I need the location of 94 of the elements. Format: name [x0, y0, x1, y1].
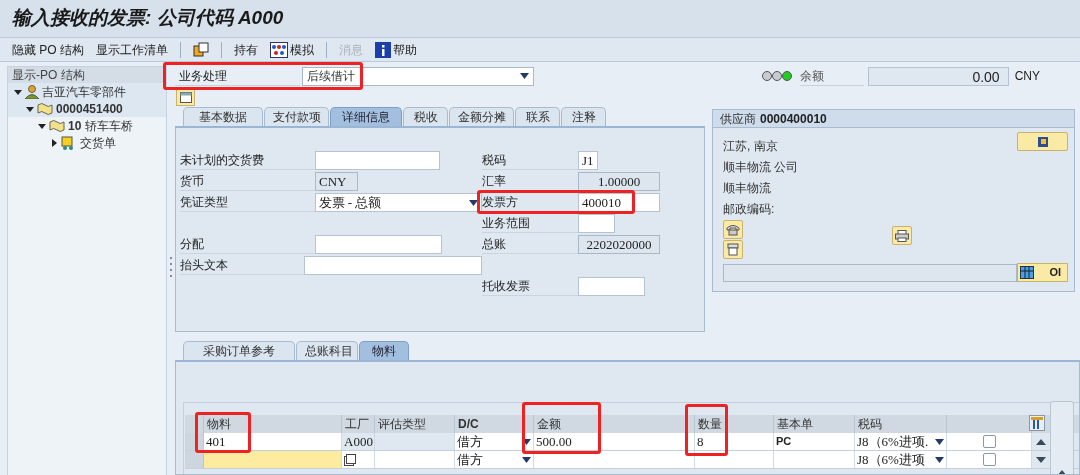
- tab[interactable]: 支付款项: [264, 107, 329, 126]
- tree-item[interactable]: 交货单: [80, 133, 116, 152]
- tab[interactable]: 联系: [515, 107, 560, 126]
- checkbox[interactable]: [982, 453, 996, 466]
- copy-icon: [193, 41, 209, 58]
- window-icon: [179, 91, 192, 103]
- open-items-button[interactable]: OI: [1017, 263, 1068, 282]
- scroll-down-icon: [1036, 456, 1046, 463]
- address-line: 江苏, 南京: [723, 138, 778, 155]
- display-field: 1.00000: [578, 172, 660, 191]
- panel-title: 供应商: [720, 110, 756, 128]
- input-field[interactable]: [315, 235, 442, 254]
- grid-icon: [1020, 266, 1034, 279]
- copy-icon: [344, 453, 356, 466]
- input-field[interactable]: [578, 214, 615, 233]
- fax-icon: [727, 243, 739, 256]
- table-cell[interactable]: [774, 451, 855, 468]
- printer-icon: [895, 229, 909, 242]
- tree-header: 显示-PO 结构: [8, 67, 166, 83]
- vendor-number: 0000400010: [760, 110, 827, 128]
- tab[interactable]: 详细信息: [330, 107, 402, 126]
- info-icon: [375, 41, 391, 58]
- highlight-frame: [195, 412, 251, 453]
- collapse-icon[interactable]: [14, 87, 22, 96]
- table-cell[interactable]: 500.00: [534, 433, 695, 450]
- dropdown-cell[interactable]: 借方: [455, 451, 534, 468]
- tab[interactable]: 物料: [359, 341, 409, 360]
- scrollbar[interactable]: [1050, 401, 1074, 474]
- scroll-icon: [48, 118, 66, 133]
- toolbar-button[interactable]: 持有: [234, 40, 258, 59]
- fax-button[interactable]: [723, 240, 743, 259]
- traffic-light-icon: [761, 70, 792, 82]
- tab[interactable]: 基本数据: [183, 107, 263, 126]
- input-field[interactable]: [304, 256, 482, 275]
- dropdown-icon: [522, 438, 531, 445]
- phone-icon: [726, 223, 740, 236]
- address-line: 顺丰物流 公司: [723, 159, 799, 176]
- scroll-icon: [36, 101, 54, 116]
- transaction-dropdown[interactable]: 后续借计: [302, 66, 534, 86]
- table-cell[interactable]: PC: [774, 433, 855, 450]
- toolbar-button[interactable]: 显示工作清单: [96, 40, 168, 59]
- input-field[interactable]: [315, 151, 440, 170]
- dropdown-icon: [935, 438, 944, 445]
- field-label: 凭证类型: [180, 193, 315, 212]
- table-cell[interactable]: [375, 451, 455, 468]
- dropdown-icon: [520, 73, 529, 79]
- dropdown-cell[interactable]: J8（6%进项.: [855, 433, 947, 450]
- display-field: 2202020000: [578, 235, 660, 254]
- tab[interactable]: 金额分摊: [449, 107, 514, 126]
- window-title: 输入接收的发票: 公司代码 A000: [12, 6, 284, 31]
- dropdown-icon: [469, 199, 478, 206]
- expand-icon[interactable]: [50, 138, 58, 147]
- table-cell[interactable]: 401: [204, 433, 342, 450]
- column-settings-icon: [1029, 415, 1045, 431]
- person-icon: [24, 84, 40, 99]
- highlight-frame: [685, 404, 728, 456]
- detail-icon: [1036, 135, 1049, 148]
- phone-button[interactable]: [723, 220, 743, 239]
- scroll-up-icon: [1036, 438, 1046, 445]
- print-button[interactable]: [892, 226, 912, 245]
- dropdown-cell[interactable]: J8（6%进项: [855, 451, 947, 468]
- tab[interactable]: 注释: [561, 107, 606, 126]
- field-label: 余额: [799, 66, 864, 86]
- balance-field: 0.00: [867, 66, 1009, 86]
- input-field[interactable]: [578, 277, 645, 296]
- table-cell[interactable]: [695, 451, 774, 468]
- dropdown-field[interactable]: 发票 - 总额: [314, 193, 482, 212]
- checkbox[interactable]: [982, 435, 996, 448]
- dropdown-cell[interactable]: 借方: [455, 433, 534, 450]
- toolbar-button[interactable]: 帮助: [375, 40, 417, 59]
- tab[interactable]: 采购订单参考: [183, 341, 295, 360]
- dropdown-icon: [522, 456, 531, 463]
- toolbar-button[interactable]: [193, 41, 209, 58]
- toolbar-button[interactable]: 模拟: [270, 40, 314, 59]
- tree-item[interactable]: 10 轿车车桥: [68, 116, 133, 135]
- tab[interactable]: 税收: [403, 107, 448, 126]
- address-line: 顺丰物流: [723, 180, 771, 197]
- field-label: 业务处理: [175, 66, 300, 86]
- input-field[interactable]: J1: [578, 151, 598, 170]
- collapse-icon[interactable]: [38, 121, 46, 130]
- dropdown-icon: [935, 456, 944, 463]
- tab[interactable]: 总账科目: [296, 341, 358, 360]
- currency-label: CNY: [1014, 68, 1040, 85]
- details-button[interactable]: [1017, 132, 1068, 151]
- collapse-icon[interactable]: [26, 104, 34, 113]
- address-line: 邮政编码:: [723, 201, 775, 218]
- table-cell[interactable]: A000: [342, 433, 375, 450]
- table-cell[interactable]: 8: [695, 433, 774, 450]
- table-cell[interactable]: [342, 451, 375, 468]
- row-selector[interactable]: [185, 451, 204, 468]
- display-field: CNY: [315, 172, 358, 191]
- toolbar-button[interactable]: 隐藏 PO 结构: [12, 40, 84, 59]
- table-cell[interactable]: [204, 451, 342, 468]
- dots-icon: [270, 41, 288, 58]
